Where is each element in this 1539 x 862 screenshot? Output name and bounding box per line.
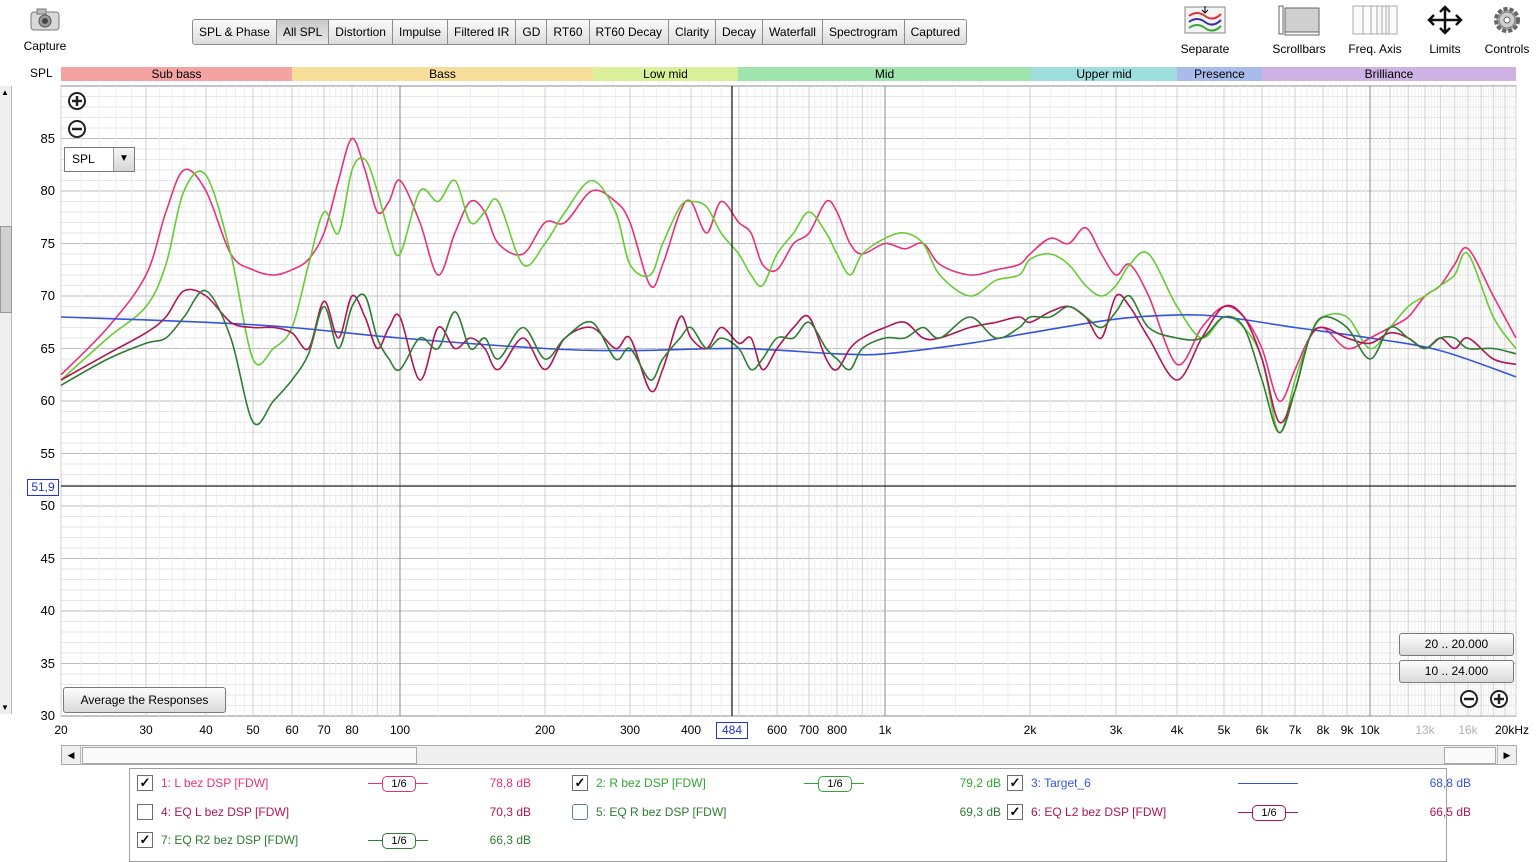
spl-dropdown-value: SPL [72, 152, 95, 166]
y-tick-label: 40 [40, 603, 55, 618]
legend-name[interactable]: 7: EQ R2 bez DSP [FDW] [161, 829, 298, 851]
chevron-down-icon[interactable]: ▼ [113, 148, 134, 171]
range-10-24000-button[interactable]: 10 .. 24.000 [1399, 660, 1514, 683]
x-tick-label: 3k [1109, 723, 1123, 737]
horizontal-scroll-left-region[interactable] [82, 747, 417, 764]
scroll-right-arrow-icon[interactable]: ▶ [1497, 746, 1516, 764]
legend-name[interactable]: 3: Target_6 [1031, 772, 1091, 794]
x-tick-label: 400 [680, 723, 702, 737]
x-tick-label: 20 [54, 723, 68, 737]
legend-item: ✓ 6: EQ L2 bez DSP [FDW] 1/6 66,5 dB [1007, 801, 1471, 823]
legend-item: ✓ 3: Target_6 68,8 dB [1007, 772, 1471, 794]
smoothing-control[interactable]: 1/6 [804, 773, 864, 793]
legend-item: 4: EQ L bez DSP [FDW] 70,3 dB [137, 801, 557, 823]
x-tick-label: 9k [1340, 723, 1354, 737]
legend-value: 66,5 dB [1429, 805, 1471, 819]
legend-value: 70,3 dB [489, 805, 531, 819]
range-20-20000-button[interactable]: 20 .. 20.000 [1399, 633, 1514, 656]
x-tick-label: 8k [1316, 723, 1330, 737]
smoothing-value: 1/6 [382, 776, 416, 792]
spl-dropdown[interactable]: SPL ▼ [64, 147, 135, 172]
x-tick-label: 700 [798, 723, 820, 737]
y-tick-label: 80 [40, 183, 55, 198]
x-tick-label: 10k [1360, 723, 1380, 737]
zoom-out-icon[interactable] [67, 119, 87, 139]
x-tick-label: 50 [246, 723, 260, 737]
cursor-x-readout: 484 [716, 722, 748, 739]
x-tick-label: 200 [534, 723, 556, 737]
y-tick-label: 35 [40, 655, 55, 671]
legend-name[interactable]: 4: EQ L bez DSP [FDW] [161, 801, 289, 823]
target-line-swatch [1238, 783, 1298, 784]
horizontal-scrollbar[interactable]: ◀ ▶ [61, 745, 1517, 765]
y-tick-label: 30 [40, 708, 55, 723]
y-tick-label: 55 [40, 445, 55, 461]
legend-item: ✓ 1: L bez DSP [FDW] 1/6 78,8 dB [137, 772, 557, 794]
x-tick-label: 40 [199, 723, 213, 737]
x-tick-label: 30 [139, 723, 153, 737]
legend-item: 5: EQ R bez DSP [FDW] 69,3 dB [572, 801, 1001, 823]
smoothing-value: 1/6 [382, 833, 416, 849]
legend-item: ✓ 2: R bez DSP [FDW] 1/6 79,2 dB [572, 772, 1001, 794]
y-tick-label: 50 [40, 498, 55, 513]
x-tick-label: 6k [1255, 723, 1269, 737]
y-tick-label: 60 [40, 393, 55, 408]
legend-name[interactable]: 1: L bez DSP [FDW] [161, 772, 268, 794]
legend-checkbox[interactable]: ✓ [137, 775, 153, 791]
measurement-legend: ✓ 1: L bez DSP [FDW] 1/6 78,8 dB ✓ 2: R bez D… [129, 768, 1471, 862]
x-tick-label: 300 [619, 723, 641, 737]
x-tick-label: 20kHz [1494, 723, 1530, 737]
legend-item: ✓ 7: EQ R2 bez DSP [FDW] 1/6 66,3 dB [137, 829, 557, 851]
legend-checkbox[interactable] [137, 804, 153, 820]
legend-checkbox[interactable]: ✓ [1007, 775, 1023, 791]
cursor-y-readout: 51,9 [27, 479, 59, 496]
legend-value: 69,3 dB [959, 805, 1001, 819]
x-tick-label: 80 [345, 723, 359, 737]
smoothing-control[interactable]: 1/6 [368, 830, 428, 850]
x-tick-label: 70 [317, 723, 331, 737]
x-tick-label: 2k [1023, 723, 1037, 737]
legend-value: 66,3 dB [489, 833, 531, 847]
x-zoom-in-icon[interactable] [1489, 689, 1509, 709]
x-tick-label: 16k [1458, 723, 1478, 737]
average-responses-button[interactable]: Average the Responses [63, 687, 226, 713]
smoothing-control[interactable]: 1/6 [1238, 802, 1298, 822]
smoothing-control[interactable]: 1/6 [368, 773, 428, 793]
legend-checkbox[interactable]: ✓ [137, 832, 153, 848]
legend-name[interactable]: 6: EQ L2 bez DSP [FDW] [1031, 801, 1166, 823]
legend-checkbox[interactable]: ✓ [572, 775, 588, 791]
legend-name[interactable]: 2: R bez DSP [FDW] [596, 772, 706, 794]
legend-checkbox[interactable] [572, 804, 588, 820]
x-tick-label: 60 [285, 723, 299, 737]
x-tick-label: 13k [1415, 723, 1435, 737]
y-tick-label: 65 [40, 340, 55, 356]
legend-name[interactable]: 5: EQ R bez DSP [FDW] [596, 801, 726, 823]
x-tick-label: 800 [826, 723, 848, 737]
legend-value: 68,8 dB [1429, 776, 1471, 790]
x-tick-label: 100 [389, 723, 411, 737]
horizontal-scroll-right-region[interactable] [1444, 747, 1496, 764]
y-tick-label: 75 [40, 235, 55, 251]
y-tick-label: 85 [40, 130, 55, 146]
x-tick-label: 7k [1288, 723, 1302, 737]
legend-value: 78,8 dB [489, 776, 531, 790]
y-tick-label: 70 [40, 288, 55, 303]
scroll-left-arrow-icon[interactable]: ◀ [62, 746, 81, 764]
y-tick-label: 45 [40, 550, 55, 566]
x-tick-label: 1k [878, 723, 892, 737]
legend-checkbox[interactable]: ✓ [1007, 804, 1023, 820]
x-tick-label: 5k [1217, 723, 1231, 737]
zoom-in-icon[interactable] [67, 91, 87, 111]
smoothing-value: 1/6 [818, 776, 852, 792]
x-tick-label: 4k [1170, 723, 1184, 737]
legend-value: 79,2 dB [959, 776, 1001, 790]
x-zoom-out-icon[interactable] [1459, 689, 1479, 709]
x-tick-label: 600 [766, 723, 788, 737]
smoothing-value: 1/6 [1252, 805, 1286, 821]
